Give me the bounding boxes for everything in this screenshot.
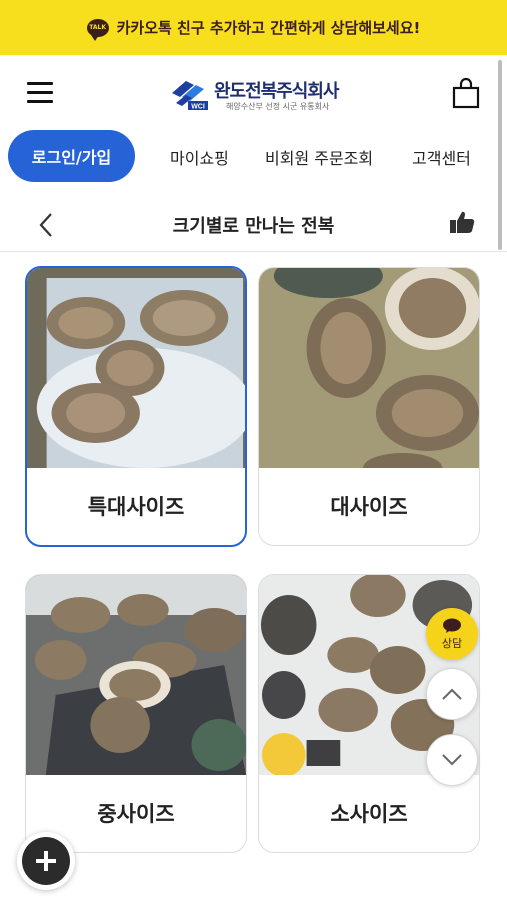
shopping-bag-icon[interactable] [452,77,480,109]
product-card-large[interactable]: 대사이즈 [258,267,480,546]
product-image-extra-large [27,268,245,468]
chat-button-label: 상담 [441,636,463,650]
chevron-down-icon [442,754,462,766]
page-title: 크기별로 만나는 전복 [172,216,335,237]
kakao-chat-button[interactable]: 상담 [426,608,478,660]
product-label: 대사이즈 [330,495,408,519]
page-subheader: 크기별로 만나는 전복 [0,196,507,252]
plus-icon [22,837,70,885]
page-scrollbar[interactable] [498,60,502,250]
login-signup-button[interactable]: 로그인/가입 [8,130,135,182]
product-label: 소사이즈 [330,802,408,826]
hamburger-menu-icon[interactable] [27,82,53,104]
product-label: 특대사이즈 [87,495,185,519]
product-card-medium[interactable]: 중사이즈 [25,574,247,853]
site-logo[interactable]: WCI 완도전복주식회사 해양수산부 선정 시군 유통회사 [168,73,343,115]
add-menu-button[interactable] [17,832,75,890]
product-image-large [259,268,479,468]
banner-text: 카카오톡 친구 추가하고 간편하게 상담해보세요! [116,19,421,37]
chat-bubble-icon [443,618,461,633]
scroll-bottom-button[interactable] [426,734,478,786]
product-image-medium [26,575,246,775]
svg-text:WCI: WCI [191,104,205,111]
product-card-extra-large[interactable]: 특대사이즈 [25,266,247,547]
kakao-banner[interactable]: TALK 카카오톡 친구 추가하고 간편하게 상담해보세요! [0,0,507,55]
logo-mark-icon: WCI [172,81,208,111]
site-header: WCI 완도전복주식회사 해양수산부 선정 시군 유통회사 [0,55,507,135]
main-nav: 로그인/가입 마이쇼핑 비회원 주문조회 고객센터 [0,128,507,184]
logo-title: 완도전복주식회사 [214,81,339,102]
nav-item-customer-center[interactable]: 고객센터 [412,145,471,169]
scroll-top-button[interactable] [426,668,478,720]
nav-item-my-shopping[interactable]: 마이쇼핑 [170,145,229,169]
logo-subtitle: 해양수산부 선정 시군 유통회사 [226,102,330,111]
kakaotalk-icon: TALK [86,18,109,41]
nav-item-guest-order[interactable]: 비회원 주문조회 [265,145,373,169]
chevron-up-icon [442,688,462,700]
thumbs-up-icon[interactable] [449,210,475,234]
